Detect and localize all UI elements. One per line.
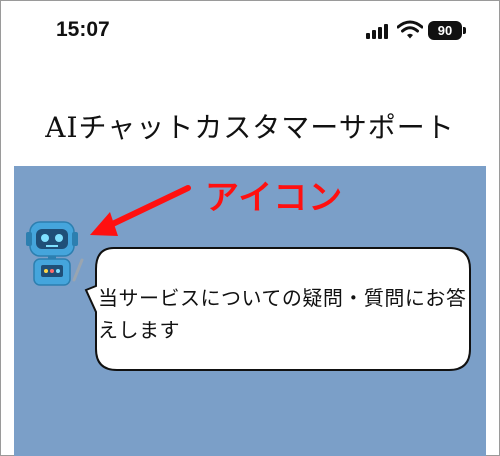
status-time: 15:07	[56, 18, 110, 41]
cellular-signal-icon	[366, 23, 392, 39]
battery-icon: 90	[428, 21, 462, 40]
chat-header: AIチャットカスタマーサポート	[14, 62, 486, 166]
annotation-label: アイコン	[205, 178, 344, 218]
battery-tip	[463, 27, 466, 34]
robot-avatar-icon	[26, 221, 84, 286]
status-bar: 15:07 90	[0, 0, 500, 62]
annotation-arrow-icon	[90, 185, 191, 236]
page-title: AIチャットカスタマーサポート	[45, 111, 455, 144]
bot-message-text: 当サービスについての疑問・質問にお答えします	[98, 286, 467, 342]
wifi-icon	[397, 20, 423, 39]
